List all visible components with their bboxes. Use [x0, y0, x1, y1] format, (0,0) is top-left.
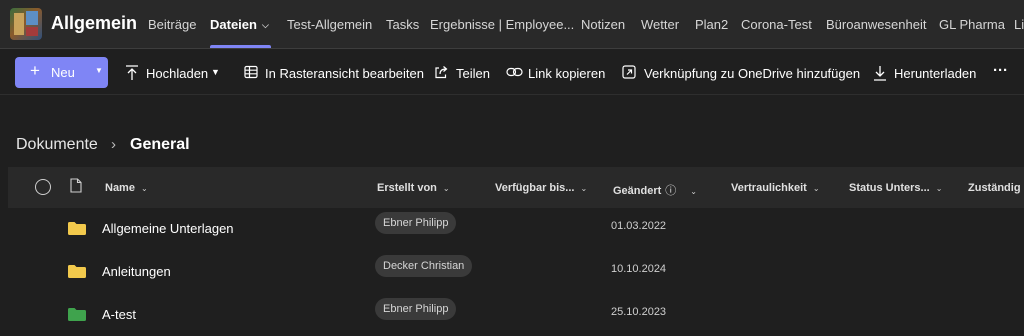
file-name[interactable]: Allgemeine Unterlagen [102, 221, 234, 236]
column-status[interactable]: Status Unters... ⌄ [849, 182, 942, 194]
tab-overflow[interactable]: Li [1014, 17, 1024, 32]
folder-icon [68, 265, 86, 278]
created-by-pill[interactable]: Decker Christian [375, 255, 473, 277]
tab-gl-pharma[interactable]: GL Pharma [939, 17, 1005, 32]
tab-dateien[interactable]: Dateien ⌵ [210, 17, 269, 32]
onedrive-label: Verknüpfung zu OneDrive hinzufügen [644, 66, 861, 81]
share-icon [435, 66, 448, 79]
new-button-label: Neu [51, 65, 75, 80]
chevron-right-icon: › [111, 136, 116, 153]
share-label: Teilen [456, 66, 490, 81]
active-tab-indicator [210, 45, 271, 48]
download-label: Herunterladen [894, 66, 977, 81]
tab-tasks[interactable]: Tasks [386, 17, 419, 32]
modified-date: 10.10.2024 [611, 263, 667, 275]
upload-label: Hochladen [146, 66, 209, 81]
modified-date: 25.10.2023 [611, 306, 667, 318]
chevron-down-icon: ▼ [211, 67, 220, 77]
modified-date: 01.03.2022 [611, 220, 667, 232]
chevron-down-icon: ⌄ [140, 184, 148, 193]
info-icon: ⓘ [665, 185, 677, 197]
shortcut-icon [622, 65, 636, 79]
file-list-header: Name ⌄ Erstellt von ⌄ Verfügbar bis... ⌄ Ge… [8, 167, 1024, 208]
chevron-down-icon: ⌄ [442, 184, 450, 193]
created-by-pill[interactable]: Ebner Philipp [375, 212, 457, 234]
file-name[interactable]: Anleitungen [102, 264, 171, 279]
select-all-checkbox[interactable] [35, 179, 51, 195]
tab-beitraege[interactable]: Beiträge [148, 17, 196, 32]
link-icon [506, 67, 523, 77]
breadcrumb-root[interactable]: Dokumente [16, 136, 98, 154]
tab-plan2[interactable]: Plan2 [695, 17, 728, 32]
column-responsible[interactable]: Zuständig [968, 182, 1021, 194]
chevron-down-icon: ⌄ [580, 184, 588, 193]
copy-link-label: Link kopieren [528, 66, 606, 81]
grid-edit-label: In Rasteransicht bearbeiten [265, 66, 424, 81]
column-available-until[interactable]: Verfügbar bis... ⌄ [495, 182, 587, 194]
breadcrumb-current: General [130, 136, 190, 153]
folder-icon [68, 222, 86, 235]
download-icon [874, 66, 886, 81]
tab-corona-test[interactable]: Corona-Test [741, 17, 812, 32]
channel-header: Allgemein Beiträge Dateien ⌵ Test-Allgeme… [0, 0, 1024, 49]
tab-dateien-label: Dateien [210, 17, 257, 32]
command-bar: + Neu ▼ Hochladen ▼ In Rasteransicht bea… [0, 49, 1024, 95]
upload-icon [126, 65, 138, 80]
tab-bueroanwesenheit[interactable]: Büroanwesenheit [826, 17, 926, 32]
table-row[interactable]: Allgemeine Unterlagen Ebner Philipp 01.0… [8, 207, 1024, 250]
team-name[interactable]: Allgemein [51, 13, 137, 34]
chevron-down-icon: ⌄ [812, 184, 820, 193]
more-options-button[interactable]: ··· [993, 62, 1008, 79]
column-responsible-label: Zuständig [968, 182, 1021, 194]
file-type-icon [70, 178, 82, 193]
column-confidentiality[interactable]: Vertraulichkeit ⌄ [731, 182, 820, 194]
tab-test-allgemein[interactable]: Test-Allgemein [287, 17, 372, 32]
created-by-pill[interactable]: Ebner Philipp [375, 298, 457, 320]
column-created-by-label: Erstellt von [377, 182, 437, 194]
tab-ergebnisse[interactable]: Ergebnisse | Employee... [430, 17, 574, 32]
column-status-label: Status Unters... [849, 182, 930, 194]
new-button[interactable]: + Neu ▼ [15, 57, 108, 88]
chevron-down-icon: ⌄ [935, 184, 943, 193]
column-confidentiality-label: Vertraulichkeit [731, 182, 807, 194]
column-name-label: Name [105, 182, 135, 194]
column-created-by[interactable]: Erstellt von ⌄ [377, 182, 450, 194]
grid-icon [244, 65, 258, 79]
column-name[interactable]: Name ⌄ [105, 182, 148, 194]
column-available-until-label: Verfügbar bis... [495, 182, 575, 194]
column-modified[interactable]: Geändert ⓘ ⌄ [613, 182, 697, 198]
table-row[interactable]: Anleitungen Decker Christian 10.10.2024 [8, 250, 1024, 293]
chevron-down-icon: ▼ [95, 66, 103, 75]
team-avatar[interactable] [10, 8, 42, 40]
column-modified-label: Geändert [613, 185, 662, 197]
tab-wetter[interactable]: Wetter [641, 17, 679, 32]
tab-notizen[interactable]: Notizen [581, 17, 625, 32]
chevron-down-icon: ⌵ [261, 20, 269, 30]
plus-icon: + [30, 61, 40, 80]
chevron-down-icon: ⌄ [690, 187, 697, 196]
